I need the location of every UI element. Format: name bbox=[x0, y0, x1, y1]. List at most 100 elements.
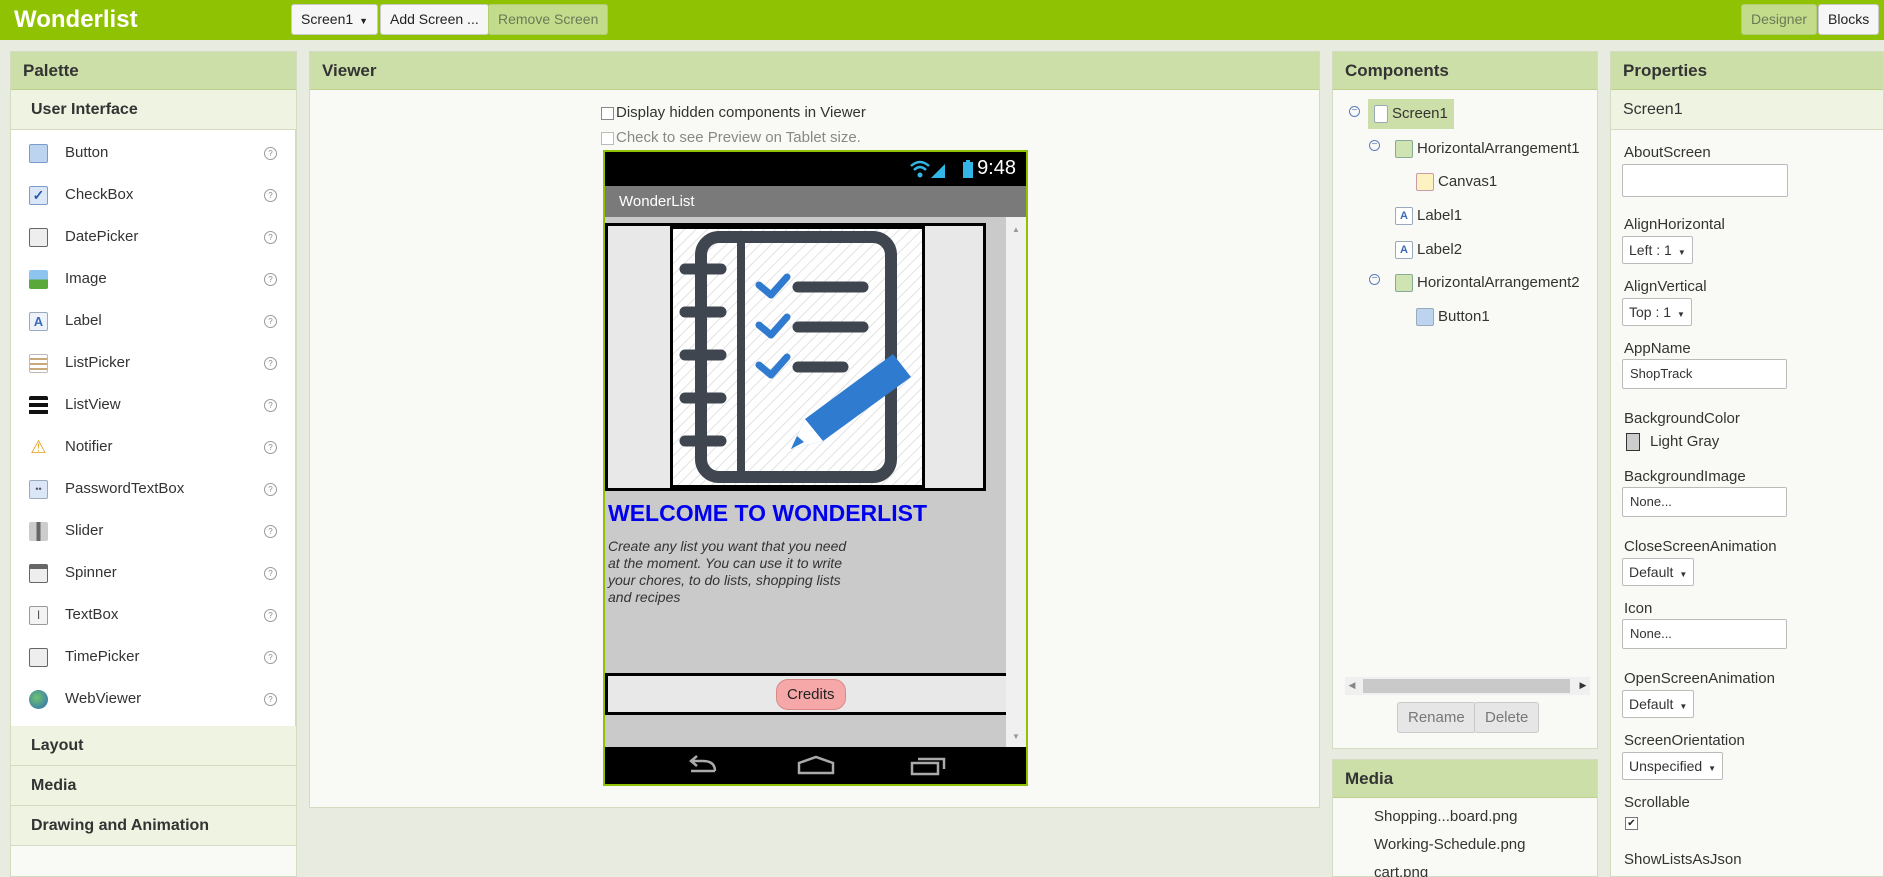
add-screen-button[interactable]: Add Screen ... bbox=[380, 4, 489, 35]
tree-item-label1[interactable]: A Label1 bbox=[1395, 201, 1462, 231]
prop-label: Icon bbox=[1624, 600, 1653, 617]
help-icon[interactable]: ? bbox=[264, 441, 277, 454]
help-icon[interactable]: ? bbox=[264, 273, 277, 286]
screen-select-label: Screen1 bbox=[301, 11, 354, 27]
signal-icon bbox=[910, 160, 945, 178]
canvas-icon bbox=[1416, 173, 1434, 192]
bgimage-picker[interactable]: None... bbox=[1622, 487, 1787, 517]
help-icon[interactable]: ? bbox=[264, 315, 277, 328]
about-screen-textarea[interactable] bbox=[1622, 164, 1788, 197]
tree-item-label2[interactable]: A Label2 bbox=[1395, 235, 1462, 265]
tree-item-button1[interactable]: Button1 bbox=[1416, 302, 1490, 332]
hidden-components-option[interactable]: Display hidden components in Viewer bbox=[601, 104, 866, 121]
scrollable-checkbox[interactable]: ✔ bbox=[1625, 817, 1638, 830]
palette-item-label: Image bbox=[65, 270, 107, 287]
dropdown-caret-icon: ▼ bbox=[359, 16, 369, 26]
dropdown-caret-icon: ▼ bbox=[1708, 764, 1717, 773]
screen1-body[interactable]: ▲ ▼ WELCOME TO WONDERLIST Create any lis… bbox=[605, 217, 1026, 747]
select-value: Left : 1 bbox=[1629, 242, 1672, 258]
tree-item-canvas1[interactable]: Canvas1 bbox=[1416, 167, 1497, 197]
help-icon[interactable]: ? bbox=[264, 357, 277, 370]
help-icon[interactable]: ? bbox=[264, 147, 277, 160]
bgcolor-swatch[interactable] bbox=[1626, 433, 1640, 451]
palette-item-webviewer[interactable]: WebViewer? bbox=[11, 678, 295, 720]
collapse-harr1-icon[interactable]: − bbox=[1369, 140, 1380, 151]
palette-item-label: ListPicker bbox=[65, 354, 131, 371]
help-icon[interactable]: ? bbox=[264, 483, 277, 496]
prop-label: AboutScreen bbox=[1624, 144, 1711, 161]
palette-item-label: TextBox bbox=[65, 606, 119, 623]
collapse-screen1-icon[interactable]: − bbox=[1349, 106, 1360, 117]
tablet-preview-option[interactable]: Check to see Preview on Tablet size. bbox=[601, 129, 861, 146]
tree-item-horizontalarrangement2[interactable]: HorizontalArrangement2 bbox=[1395, 268, 1580, 298]
palette-item-datepicker[interactable]: DatePicker? bbox=[11, 216, 295, 258]
hidden-components-label: Display hidden components in Viewer bbox=[616, 104, 866, 121]
close-animation-select[interactable]: Default ▼ bbox=[1622, 558, 1695, 586]
properties-title: Properties bbox=[1611, 52, 1883, 90]
scroll-down-icon[interactable]: ▼ bbox=[1012, 732, 1020, 741]
phone-scrollbar[interactable]: ▲ ▼ bbox=[1006, 217, 1026, 747]
palette-item-label: ListView bbox=[65, 396, 121, 413]
spinner-icon bbox=[29, 564, 48, 583]
palette-item-button[interactable]: Button? bbox=[11, 132, 295, 174]
palette-item-passwordtextbox[interactable]: •• PasswordTextBox? bbox=[11, 468, 295, 510]
palette-item-slider[interactable]: Slider? bbox=[11, 510, 295, 552]
palette-item-checkbox[interactable]: ✓ CheckBox? bbox=[11, 174, 295, 216]
palette-category-layout[interactable]: Layout bbox=[11, 726, 296, 766]
media-file[interactable]: cart.png bbox=[1374, 864, 1428, 877]
palette-category-media[interactable]: Media bbox=[11, 766, 296, 806]
appname-input[interactable]: ShopTrack bbox=[1622, 359, 1787, 389]
help-icon[interactable]: ? bbox=[264, 525, 277, 538]
tree-item-screen1[interactable]: Screen1 bbox=[1368, 99, 1454, 129]
help-icon[interactable]: ? bbox=[264, 609, 277, 622]
horizontal-arrangement-2[interactable]: Credits bbox=[605, 673, 1006, 715]
palette-item-listpicker[interactable]: ListPicker? bbox=[11, 342, 295, 384]
help-icon[interactable]: ? bbox=[264, 651, 277, 664]
palette-category-drawing-animation[interactable]: Drawing and Animation bbox=[11, 806, 296, 846]
listpicker-icon bbox=[29, 354, 48, 373]
screen-orientation-select[interactable]: Unspecified ▼ bbox=[1622, 752, 1724, 780]
credits-button[interactable]: Credits bbox=[776, 679, 846, 710]
help-icon[interactable]: ? bbox=[264, 231, 277, 244]
palette-category-user-interface[interactable]: User Interface bbox=[11, 90, 296, 130]
delete-button[interactable]: Delete bbox=[1474, 702, 1540, 733]
help-icon[interactable]: ? bbox=[264, 567, 277, 580]
palette-item-image[interactable]: Image? bbox=[11, 258, 295, 300]
media-file[interactable]: Shopping...board.png bbox=[1374, 808, 1517, 825]
help-icon[interactable]: ? bbox=[264, 189, 277, 202]
help-icon[interactable]: ? bbox=[264, 399, 277, 412]
align-vertical-select[interactable]: Top : 1 ▼ bbox=[1622, 298, 1692, 326]
label1-welcome[interactable]: WELCOME TO WONDERLIST bbox=[608, 500, 927, 527]
palette-item-spinner[interactable]: Spinner? bbox=[11, 552, 295, 594]
canvas1-notebook-image[interactable] bbox=[670, 226, 925, 488]
arrangement-icon bbox=[1395, 274, 1413, 293]
open-animation-select[interactable]: Default ▼ bbox=[1622, 690, 1695, 718]
palette-item-label[interactable]: A Label? bbox=[11, 300, 295, 342]
phone-status-bar: 9:48 bbox=[605, 152, 1026, 186]
label2-description[interactable]: Create any list you want that you need a… bbox=[608, 538, 858, 606]
tree-item-horizontalarrangement1[interactable]: HorizontalArrangement1 bbox=[1395, 134, 1580, 164]
screen-select[interactable]: Screen1 ▼ bbox=[291, 4, 379, 35]
components-hscrollbar[interactable]: ◀ ▶ bbox=[1345, 677, 1590, 695]
palette-item-textbox[interactable]: I TextBox? bbox=[11, 594, 295, 636]
scroll-right-icon[interactable]: ▶ bbox=[1576, 680, 1590, 691]
help-icon[interactable]: ? bbox=[264, 693, 277, 706]
blocks-button[interactable]: Blocks bbox=[1818, 4, 1880, 35]
scroll-up-icon[interactable]: ▲ bbox=[1012, 225, 1020, 234]
rename-button[interactable]: Rename bbox=[1397, 702, 1476, 733]
palette-item-notifier[interactable]: ⚠ Notifier? bbox=[11, 426, 295, 468]
media-file[interactable]: Working-Schedule.png bbox=[1374, 836, 1525, 853]
designer-button[interactable]: Designer bbox=[1741, 4, 1818, 35]
align-horizontal-select[interactable]: Left : 1 ▼ bbox=[1622, 236, 1693, 264]
scroll-left-icon[interactable]: ◀ bbox=[1345, 680, 1359, 691]
tablet-preview-checkbox[interactable] bbox=[601, 131, 614, 145]
palette-item-timepicker[interactable]: TimePicker? bbox=[11, 636, 295, 678]
bgcolor-value[interactable]: Light Gray bbox=[1650, 433, 1719, 450]
scroll-thumb[interactable] bbox=[1363, 679, 1570, 693]
icon-picker[interactable]: None... bbox=[1622, 619, 1787, 649]
remove-screen-button[interactable]: Remove Screen bbox=[488, 4, 609, 35]
palette-item-listview[interactable]: ListView? bbox=[11, 384, 295, 426]
hidden-components-checkbox[interactable] bbox=[601, 106, 614, 120]
horizontal-arrangement-1[interactable] bbox=[605, 223, 986, 491]
collapse-harr2-icon[interactable]: − bbox=[1369, 274, 1380, 285]
